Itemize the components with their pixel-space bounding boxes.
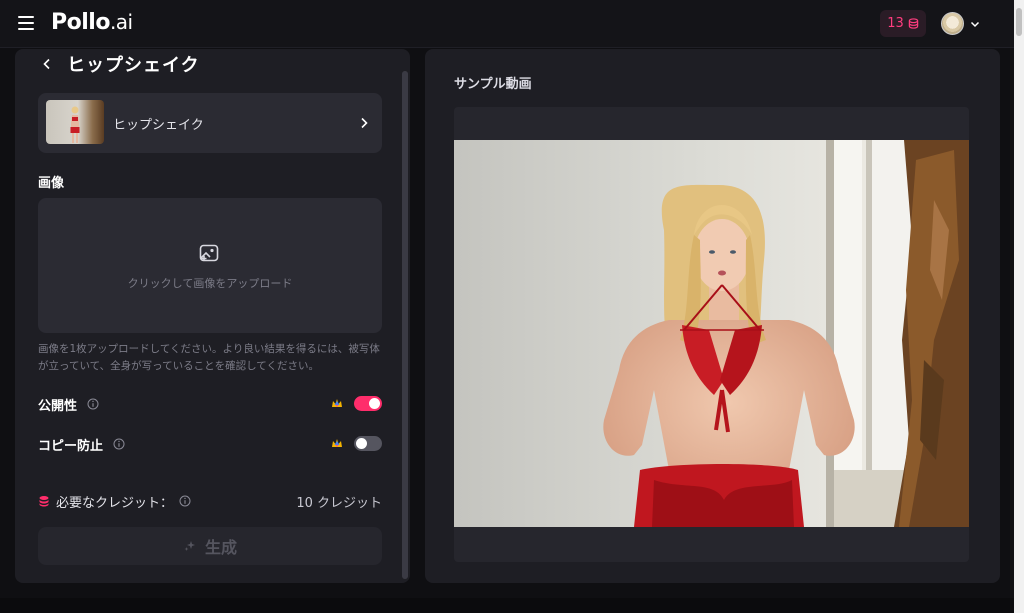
generate-label: 生成 xyxy=(204,538,237,557)
required-credits-row: 必要なクレジット： 10 クレジット xyxy=(38,491,382,511)
preview-panel: サンプル動画 xyxy=(425,49,1000,583)
logo-main: Pollo xyxy=(51,10,110,35)
panel-scrollbar[interactable] xyxy=(402,71,408,579)
required-credits-label: 必要なクレジット： xyxy=(56,495,174,511)
chevron-down-icon xyxy=(970,21,980,27)
info-icon[interactable] xyxy=(87,398,99,410)
crown-icon xyxy=(332,399,342,407)
crown-icon xyxy=(332,439,342,447)
avatar xyxy=(941,12,964,35)
chevron-right-icon xyxy=(361,117,368,129)
public-setting-row: 公開性 xyxy=(38,394,382,414)
top-bar: Pollo.ai 13 xyxy=(0,0,1014,48)
public-label: 公開性 xyxy=(38,398,78,414)
info-icon[interactable] xyxy=(179,495,191,507)
coin-stack-icon xyxy=(908,18,918,29)
settings-panel: ヒップシェイク ヒップシェイク 画像 クリックして画像をアップロード 画像を1枚… xyxy=(15,49,410,583)
coin-stack-icon xyxy=(39,496,49,507)
info-icon[interactable] xyxy=(113,438,125,450)
video-player[interactable] xyxy=(454,107,969,562)
template-selector[interactable]: ヒップシェイク xyxy=(38,93,382,153)
copy-protect-toggle[interactable] xyxy=(354,436,382,451)
bottom-strip xyxy=(0,598,1014,613)
sample-video[interactable] xyxy=(454,140,969,527)
panel-header: ヒップシェイク xyxy=(41,51,200,77)
window-scrollbar[interactable] xyxy=(1014,0,1024,613)
menu-icon[interactable] xyxy=(18,16,34,30)
copy-protect-label: コピー防止 xyxy=(38,438,104,454)
image-upload-area[interactable]: クリックして画像をアップロード xyxy=(38,198,382,333)
upload-hint: 画像を1枚アップロードしてください。より良い結果を得るには、被写体が立っていて、… xyxy=(38,343,380,372)
sparkle-icon xyxy=(184,541,195,551)
copy-protect-row: コピー防止 xyxy=(38,434,382,454)
sample-video-label: サンプル動画 xyxy=(454,77,532,92)
account-menu[interactable] xyxy=(941,12,980,35)
image-section-label: 画像 xyxy=(38,176,65,191)
public-toggle[interactable] xyxy=(354,396,382,411)
image-add-icon xyxy=(199,244,219,262)
required-credits-value: 10 クレジット xyxy=(296,496,382,511)
page-title: ヒップシェイク xyxy=(67,55,200,76)
logo-suffix: .ai xyxy=(109,10,133,34)
back-arrow-icon[interactable] xyxy=(41,58,53,70)
template-name: ヒップシェイク xyxy=(113,118,204,133)
template-thumbnail xyxy=(46,100,104,144)
generate-button[interactable]: 生成 xyxy=(38,527,382,565)
upload-instruction: クリックして画像をアップロード xyxy=(127,277,293,290)
credits-count: 13 xyxy=(887,16,904,31)
credits-badge[interactable]: 13 xyxy=(880,10,926,37)
logo[interactable]: Pollo.ai xyxy=(51,10,133,35)
